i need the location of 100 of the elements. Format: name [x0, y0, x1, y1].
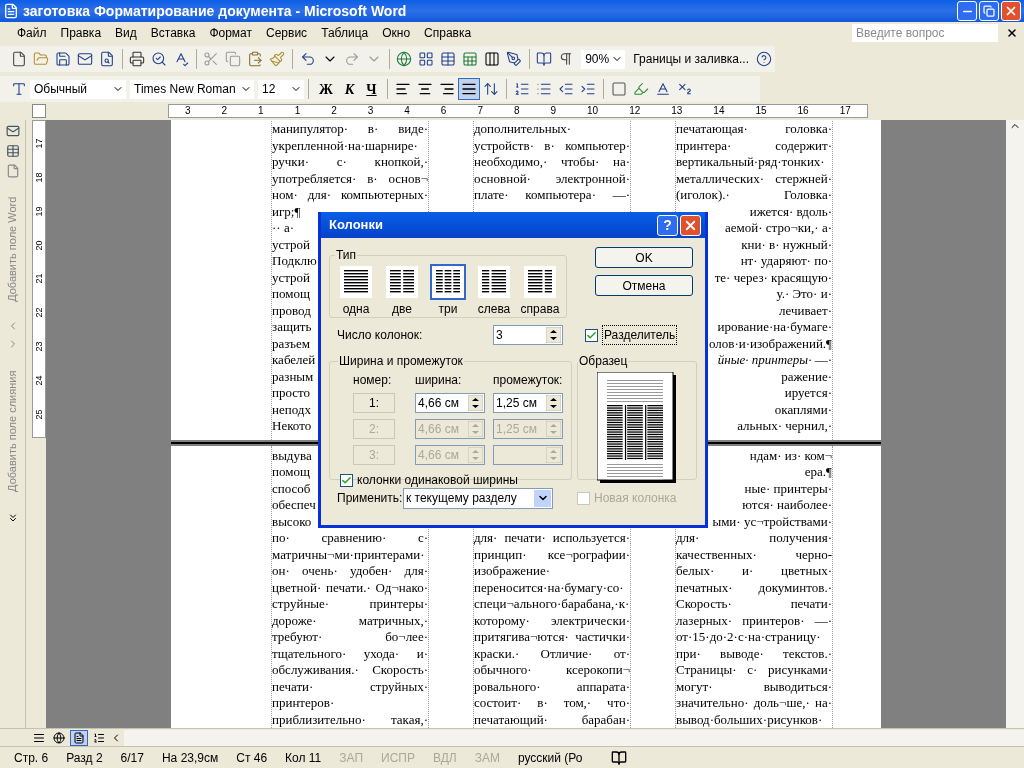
ruler-number: 4 [404, 106, 410, 116]
subscript-icon[interactable] [676, 81, 693, 97]
status-item: ВДЛ [431, 749, 458, 767]
italic-button[interactable]: К [338, 78, 361, 100]
menu-item[interactable]: Формат [204, 24, 258, 42]
line-spacing-icon[interactable] [482, 81, 499, 97]
text-line: приблизительно· такая,· [272, 711, 428, 728]
font-size-combo[interactable]: 12 [258, 79, 304, 99]
font-combo[interactable]: Times New Roman [130, 79, 254, 99]
envelope-icon[interactable] [77, 51, 93, 67]
columns-icon [344, 270, 368, 294]
horizontal-scrollbar[interactable] [124, 729, 1024, 746]
spin-arrows-icon[interactable] [546, 395, 561, 411]
preview-icon[interactable] [151, 51, 168, 67]
font-color-icon[interactable] [654, 81, 671, 97]
save-icon[interactable] [55, 51, 71, 67]
drawing-icon[interactable] [505, 51, 522, 67]
spreadsheet-icon[interactable] [461, 51, 478, 67]
text-line: плате· компьютера· —· [474, 187, 630, 204]
apply-select[interactable]: к текущему разделу [403, 487, 553, 509]
printer-icon[interactable] [129, 51, 146, 67]
minimize-button[interactable] [957, 1, 977, 21]
close-icon[interactable] [1006, 27, 1018, 39]
text-line: он· очень· удобен· для· [272, 563, 428, 580]
text-line: выдува [272, 447, 312, 464]
menu-item[interactable]: Вставка [145, 24, 201, 42]
status-item: ИСПР [380, 749, 416, 767]
column-spacing-field[interactable]: 1,25 см [493, 393, 563, 413]
vertical-scrollbar[interactable] [1006, 120, 1024, 728]
zoom-combo[interactable]: 90% [581, 49, 626, 69]
menu-item[interactable]: Сервис [261, 24, 313, 42]
checkbox-label: Разделитель [602, 325, 678, 345]
text-line: устрой [272, 269, 311, 286]
text-line: игр;¶ [272, 203, 302, 220]
paintbrush-icon[interactable] [269, 51, 286, 67]
alignment-icon [416, 81, 433, 97]
underline-button[interactable]: Ч [360, 78, 383, 100]
menu-item[interactable]: Справка [419, 24, 477, 42]
close-button[interactable] [680, 214, 701, 236]
menu-item[interactable]: Окно [377, 24, 416, 42]
view-button[interactable] [70, 729, 88, 746]
word-document-icon [3, 3, 19, 19]
view-button[interactable] [50, 729, 68, 746]
menu-item[interactable]: Таблица [316, 24, 374, 42]
text-line: ирование·на·бумаге· [717, 319, 832, 336]
envelope-icon[interactable] [5, 124, 20, 138]
globe-icon[interactable] [395, 51, 412, 67]
outdent-icon[interactable] [557, 81, 574, 97]
table-icon[interactable] [439, 51, 456, 67]
styles-icon[interactable] [11, 81, 27, 97]
text-line: которому· электрически· [474, 612, 630, 629]
column-width-field[interactable]: 4,66 см [415, 393, 485, 413]
ruler-number: 14 [713, 106, 725, 116]
spell-check-icon[interactable] [173, 51, 190, 67]
align-button[interactable] [457, 78, 480, 100]
text-line: (иголок).· Головка· [676, 187, 832, 204]
new-page-icon[interactable] [11, 51, 27, 67]
menu-item[interactable]: Файл [12, 24, 52, 42]
ask-question-field[interactable]: Введите вопрос [852, 24, 998, 42]
cancel-button[interactable]: Отмена [595, 275, 693, 296]
text-line: ыми· ус¬тройствами· [712, 513, 832, 530]
help-icon[interactable] [756, 51, 773, 67]
restore-button[interactable] [979, 1, 999, 21]
page-icon[interactable] [5, 164, 20, 178]
spin-arrows-icon[interactable] [546, 327, 561, 343]
close-button[interactable] [1001, 1, 1021, 21]
text-line: обслуживания.· Скорость· [272, 662, 428, 679]
style-combo[interactable]: Обычный [30, 79, 126, 99]
ok-button[interactable]: OK [595, 247, 693, 268]
column-spacing-field[interactable] [493, 445, 563, 465]
highlighter-icon[interactable] [632, 81, 649, 97]
group-label: Образец [578, 353, 629, 370]
tab-selector[interactable] [32, 104, 46, 118]
text-line: ном· для· компьютерных· [272, 187, 428, 204]
ruler-number: 6 [440, 106, 447, 116]
status-item: русский (Ро [516, 749, 584, 767]
menu-item[interactable]: Правка [55, 24, 107, 42]
ruler-number: 3 [367, 106, 374, 116]
text-line: разъем [272, 335, 310, 352]
undo-icon[interactable] [299, 51, 316, 67]
bulleted-list-icon[interactable] [535, 81, 552, 97]
bold-button[interactable]: Ж [313, 78, 339, 100]
spin-arrows-icon[interactable] [468, 395, 483, 411]
column-count-field[interactable]: 3 [493, 325, 563, 345]
text-line: просто [272, 385, 311, 402]
text-line: при· выводе· текстов.· [676, 645, 832, 662]
menu-item[interactable]: Вид [110, 24, 142, 42]
paste-icon[interactable] [247, 51, 264, 67]
help-button[interactable]: ? [657, 214, 678, 236]
numbered-list-icon[interactable] [513, 81, 530, 97]
file-search-icon[interactable] [99, 51, 115, 67]
text-line: нт· ударяют· по· [740, 253, 832, 270]
columns-icon[interactable] [483, 51, 500, 67]
separator-checkbox[interactable] [585, 328, 598, 342]
borders-shading-button[interactable]: Границы и заливка... [629, 50, 754, 68]
equal-width-checkbox[interactable] [340, 473, 353, 487]
ruler-number: 8 [513, 106, 520, 116]
indent-icon[interactable] [579, 81, 596, 97]
text-line: кни· в· нужный· [741, 236, 832, 253]
table-icon[interactable] [5, 144, 20, 158]
